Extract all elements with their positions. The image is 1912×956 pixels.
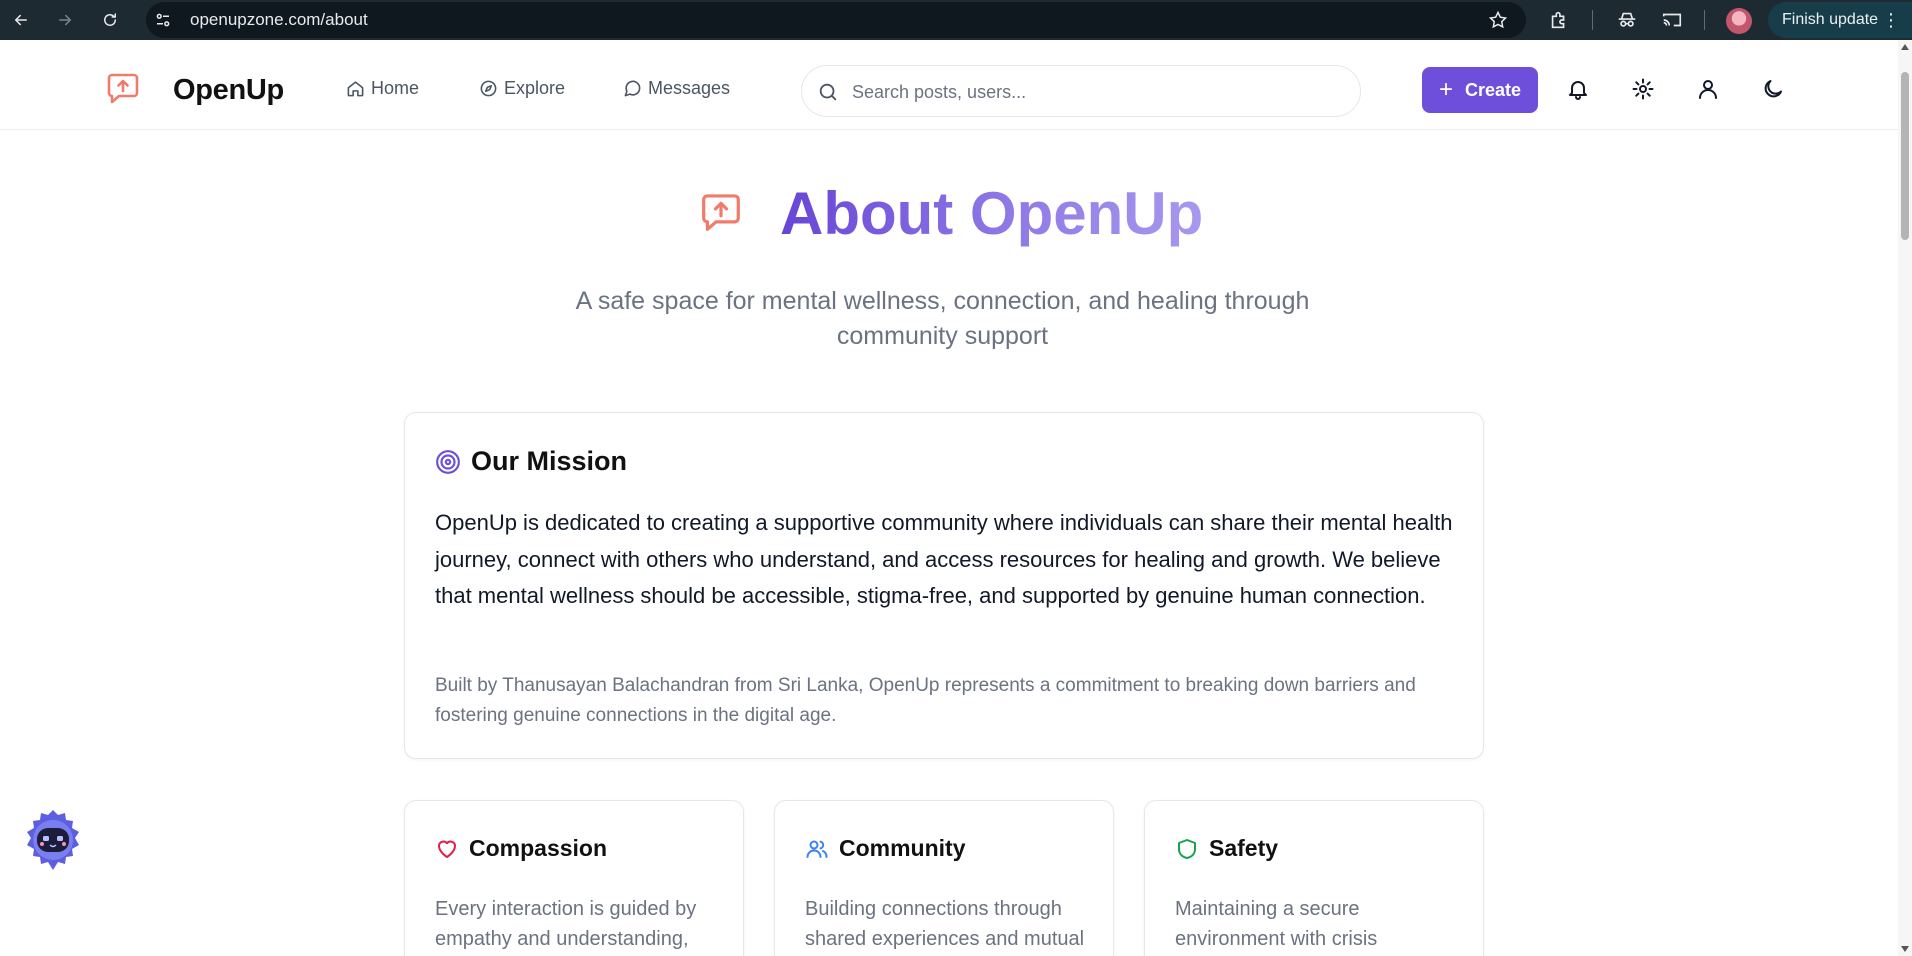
value-heading: Compassion xyxy=(435,835,607,862)
extensions-icon[interactable] xyxy=(1548,9,1570,31)
value-card-community: Community Building connections through s… xyxy=(774,800,1114,956)
nav-messages-label: Messages xyxy=(648,78,731,98)
scroll-thumb[interactable] xyxy=(1901,72,1909,240)
value-heading: Safety xyxy=(1175,835,1278,862)
url-text[interactable]: openupzone.com/about xyxy=(190,11,368,29)
finish-update-label: Finish update xyxy=(1782,11,1879,28)
scroll-up-arrow[interactable] xyxy=(1901,44,1909,50)
mission-body: OpenUp is dedicated to creating a suppor… xyxy=(435,510,1453,608)
target-icon xyxy=(436,449,460,474)
mission-card: Our Mission OpenUp is dedicated to creat… xyxy=(404,412,1484,759)
gear-icon[interactable] xyxy=(1631,77,1655,101)
app-header: OpenUp Home Explore Messages + Create xyxy=(0,40,1898,130)
bookmark-star-icon[interactable] xyxy=(1488,10,1508,30)
nav-explore-label: Explore xyxy=(504,78,566,98)
value-text: Building connections through shared expe… xyxy=(805,898,1085,950)
chatbot-icon[interactable] xyxy=(24,808,82,872)
compass-icon xyxy=(480,80,497,97)
search-icon xyxy=(819,83,837,101)
nav-messages[interactable]: Messages xyxy=(623,78,730,99)
mission-credit: Built by Thanusayan Balachandran from Sr… xyxy=(435,675,1416,726)
back-arrow-icon[interactable] xyxy=(10,9,32,31)
profile-avatar[interactable] xyxy=(1726,8,1752,34)
forward-arrow-icon[interactable] xyxy=(54,9,76,31)
home-icon xyxy=(347,81,364,97)
plus-icon: + xyxy=(1438,76,1453,103)
value-text: Maintaining a secure environment with cr… xyxy=(1175,898,1378,950)
create-label: Create xyxy=(1464,79,1522,100)
more-menu-icon[interactable]: ⋮ xyxy=(1882,11,1900,29)
incognito-icon[interactable] xyxy=(1616,9,1638,31)
heart-icon xyxy=(438,840,456,858)
page-title: About OpenUp xyxy=(780,180,1204,247)
moon-icon[interactable] xyxy=(1761,77,1785,101)
mission-title: Our Mission xyxy=(471,446,628,476)
cast-icon[interactable] xyxy=(1661,9,1683,31)
users-icon xyxy=(806,840,828,858)
search-input[interactable] xyxy=(852,78,1332,106)
page-scrollbar[interactable] xyxy=(1898,40,1912,956)
value-title: Compassion xyxy=(469,835,608,861)
value-card-compassion: Compassion Every interaction is guided b… xyxy=(404,800,744,956)
finish-update-button[interactable]: Finish update ⋮ xyxy=(1768,2,1912,38)
browser-toolbar: openupzone.com/about Finish update ⋮ xyxy=(0,0,1912,40)
toolbar-divider xyxy=(1592,10,1593,30)
nav-home[interactable]: Home xyxy=(346,78,419,99)
shield-icon xyxy=(1178,838,1196,859)
create-button[interactable]: + Create xyxy=(1422,67,1538,113)
value-heading: Community xyxy=(805,835,966,862)
value-text: Every interaction is guided by empathy a… xyxy=(435,898,697,950)
logo-icon[interactable] xyxy=(106,71,140,105)
scroll-down-arrow[interactable] xyxy=(1901,946,1909,952)
site-settings-icon[interactable] xyxy=(154,11,172,29)
value-title: Safety xyxy=(1209,835,1279,861)
user-icon[interactable] xyxy=(1696,77,1720,101)
address-bar[interactable]: openupzone.com/about xyxy=(146,2,1526,38)
search-bar[interactable] xyxy=(801,65,1361,117)
message-icon xyxy=(624,80,641,97)
nav-explore[interactable]: Explore xyxy=(479,78,565,99)
bell-icon[interactable] xyxy=(1566,77,1590,101)
toolbar-divider xyxy=(1704,10,1705,30)
value-card-safety: Safety Maintaining a secure environment … xyxy=(1144,800,1484,956)
mission-heading: Our Mission xyxy=(435,446,627,477)
nav-home-label: Home xyxy=(371,78,420,98)
hero-logo-icon xyxy=(702,194,740,231)
reload-icon[interactable] xyxy=(99,9,121,31)
page-subtitle: A safe space for mental wellness, connec… xyxy=(575,287,1310,350)
brand-name[interactable]: OpenUp xyxy=(173,74,284,107)
value-title: Community xyxy=(839,835,966,861)
